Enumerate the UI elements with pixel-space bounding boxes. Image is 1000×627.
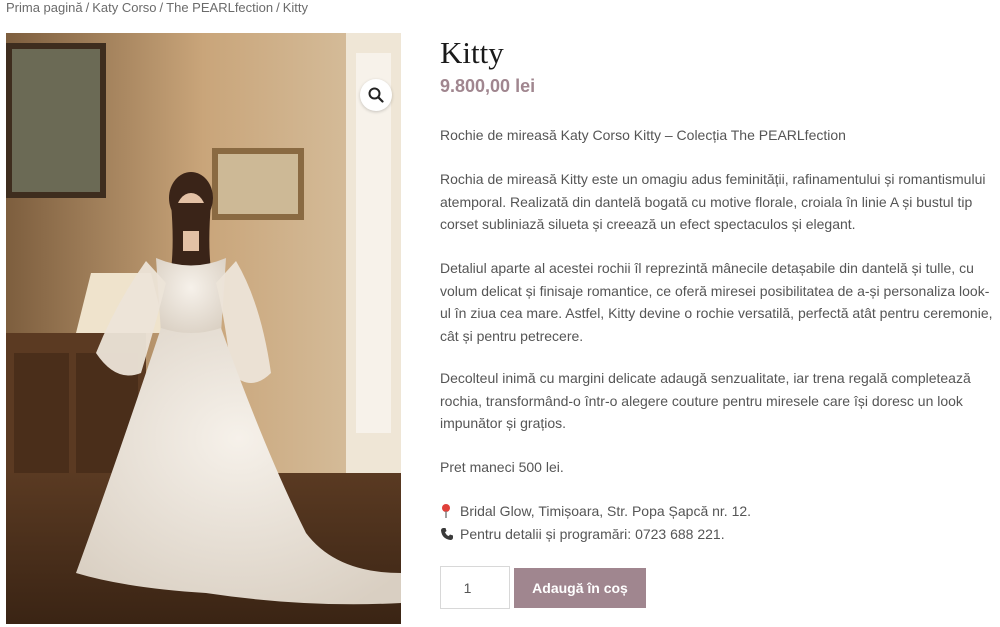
breadcrumb-current: Kitty [282, 0, 309, 15]
product-photo [6, 33, 401, 624]
description-paragraph: Rochia de mireasă Kitty este un omagiu a… [440, 171, 986, 232]
contact-info: Bridal Glow, Timișoara, Str. Popa Șapcă … [440, 500, 995, 545]
zoom-icon [368, 87, 384, 103]
sleeves-price-note: Pret maneci 500 lei. [440, 459, 564, 475]
phone-line: Pentru detalii și programări: 0723 688 2… [440, 523, 995, 546]
product-price: 9.800,00 lei [440, 76, 536, 96]
phone-icon [440, 527, 456, 541]
quantity-input[interactable] [440, 566, 510, 609]
add-to-cart-form: Adaugă în coș [440, 566, 646, 609]
product-summary: Kitty 9.800,00 lei Rochie de mireasă Kat… [440, 34, 995, 609]
add-to-cart-button[interactable]: Adaugă în coș [514, 567, 646, 608]
description-paragraph: Detaliul aparte al acestei rochii îl rep… [440, 260, 993, 344]
description-intro: Rochie de mireasă Katy Corso Kitty – Col… [440, 127, 846, 143]
product-title: Kitty [440, 35, 504, 70]
address-line: Bridal Glow, Timișoara, Str. Popa Șapcă … [440, 500, 995, 523]
description-paragraph: Decolteul inimă cu margini delicate adau… [440, 370, 971, 431]
phone-text: Pentru detalii și programări: 0723 688 2… [460, 525, 725, 542]
breadcrumb-brand[interactable]: Katy Corso [92, 0, 156, 15]
zoom-button[interactable] [360, 79, 392, 111]
breadcrumb-home[interactable]: Prima pagină [6, 0, 83, 15]
pin-icon [440, 503, 456, 519]
breadcrumb-separator: / [276, 0, 280, 15]
breadcrumb: Prima pagină / Katy Corso / The PEARLfection… [6, 0, 308, 16]
breadcrumb-collection[interactable]: The PEARLfection [166, 0, 273, 15]
address-text: Bridal Glow, Timișoara, Str. Popa Șapcă … [460, 503, 752, 519]
breadcrumb-separator: / [159, 0, 164, 15]
product-image[interactable] [6, 33, 401, 624]
breadcrumb-separator: / [85, 0, 90, 15]
